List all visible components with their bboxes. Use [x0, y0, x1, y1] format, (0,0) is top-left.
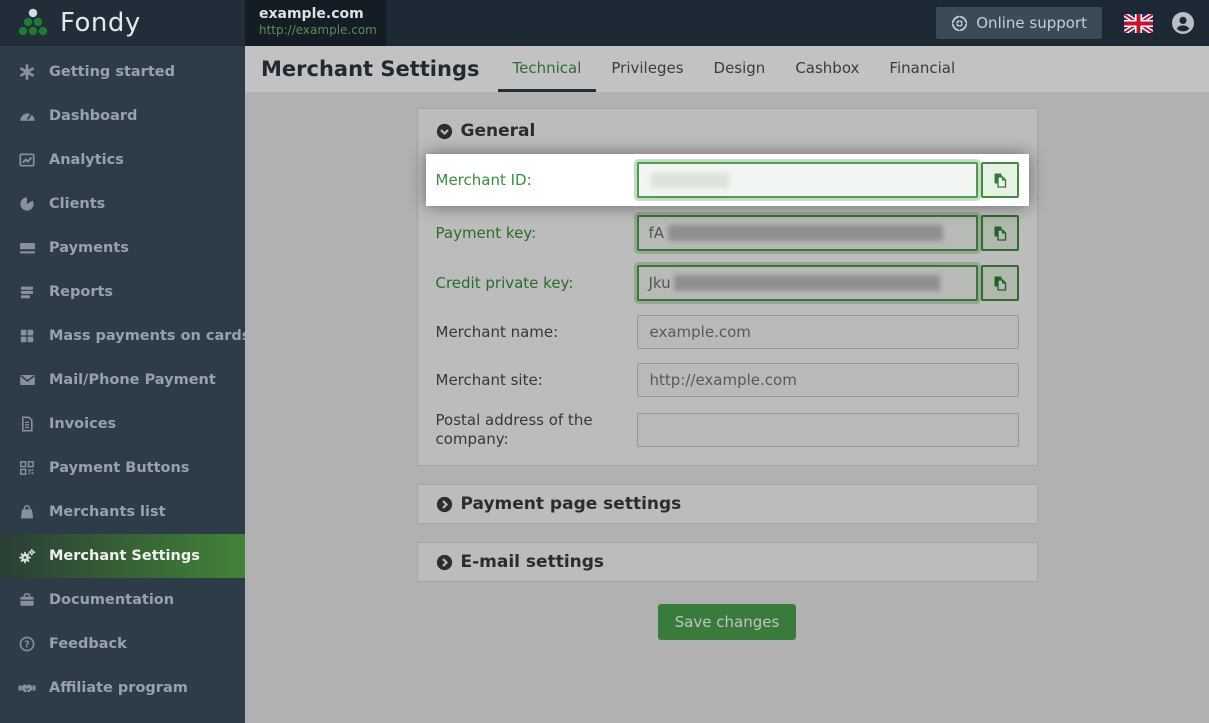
- grid-icon: [18, 328, 36, 344]
- online-support-label: Online support: [976, 14, 1087, 32]
- merchant-site-input[interactable]: [636, 363, 1019, 397]
- credit-private-key-copy-button[interactable]: [980, 265, 1019, 301]
- user-account-button[interactable]: [1170, 10, 1196, 36]
- life-ring-icon: [952, 15, 968, 31]
- copy-icon: [994, 226, 1006, 241]
- merchant-selector[interactable]: example.com http://example.com: [245, 0, 386, 46]
- list-icon: [18, 284, 36, 300]
- merchant-site-label: Merchant site:: [435, 370, 543, 389]
- online-support-button[interactable]: Online support: [936, 7, 1102, 39]
- email-settings-title: E-mail settings: [460, 552, 605, 572]
- credit-private-key-input[interactable]: Jku: [636, 265, 978, 301]
- shopping-bag-icon: [18, 504, 36, 520]
- tab-financial[interactable]: Financial: [874, 46, 970, 92]
- chevron-right-circle-icon: [436, 496, 452, 512]
- payment-key-row: Payment key: fA: [418, 208, 1037, 258]
- fondy-logo-icon: [18, 8, 48, 36]
- sidebar-item-payments[interactable]: Payments: [0, 226, 245, 270]
- chevron-right-circle-icon: [436, 554, 452, 570]
- envelope-icon: [18, 372, 36, 388]
- sidebar: Getting started Dashboard Analytics Clie…: [0, 46, 250, 723]
- qrcode-icon: [18, 460, 36, 476]
- merchant-name-label: Merchant name:: [435, 322, 559, 341]
- sidebar-item-getting-started[interactable]: Getting started: [0, 50, 245, 94]
- merchant-site-row: Merchant site:: [418, 356, 1037, 404]
- sidebar-item-merchant-settings[interactable]: Merchant Settings: [0, 534, 245, 578]
- sidebar-item-dashboard[interactable]: Dashboard: [0, 94, 245, 138]
- sidebar-item-analytics[interactable]: Analytics: [0, 138, 245, 182]
- email-settings-panel: E-mail settings: [416, 542, 1038, 582]
- sidebar-item-invoices[interactable]: Invoices: [0, 402, 245, 446]
- tab-privileges[interactable]: Privileges: [596, 46, 698, 92]
- merchant-name-row: Merchant name:: [418, 308, 1037, 356]
- credit-private-key-masked-value: [673, 275, 940, 291]
- sidebar-item-mass-payments[interactable]: Mass payments on cards: [0, 314, 250, 358]
- app-window: Fondy example.com http://example.com Onl…: [0, 0, 1209, 723]
- sidebar-item-payment-buttons[interactable]: Payment Buttons: [0, 446, 245, 490]
- uk-flag-icon[interactable]: [1124, 13, 1153, 33]
- copy-icon: [994, 173, 1006, 188]
- payment-key-input[interactable]: fA: [636, 215, 978, 251]
- postal-address-input[interactable]: [636, 413, 1019, 447]
- svg-text:?: ?: [24, 639, 30, 650]
- credit-private-key-label: Credit private key:: [435, 273, 574, 292]
- postal-address-row: Postal address of the company:: [418, 404, 1037, 465]
- settings-content: General Merchant ID: Payment key: fA Cre…: [245, 92, 1209, 680]
- sidebar-item-merchants-list[interactable]: Merchants list: [0, 490, 245, 534]
- copy-icon: [994, 276, 1006, 291]
- merchant-id-row: Merchant ID:: [425, 154, 1029, 206]
- merchant-selector-name: example.com: [259, 6, 364, 22]
- question-circle-icon: ?: [18, 636, 36, 652]
- tab-design[interactable]: Design: [699, 46, 781, 92]
- line-chart-icon: [18, 152, 36, 168]
- payment-key-visible-prefix: fA: [648, 224, 665, 242]
- sidebar-item-affiliate-program[interactable]: Affiliate program: [0, 666, 245, 710]
- sidebar-item-documentation[interactable]: Documentation: [0, 578, 245, 622]
- handshake-icon: [18, 680, 36, 696]
- brand-logo[interactable]: Fondy: [0, 0, 245, 46]
- tab-technical[interactable]: Technical: [497, 46, 597, 92]
- sidebar-item-reports[interactable]: Reports: [0, 270, 245, 314]
- email-settings-header[interactable]: E-mail settings: [418, 543, 1037, 581]
- briefcase-icon: [18, 592, 36, 608]
- merchant-name-input[interactable]: [636, 315, 1019, 349]
- payment-page-settings-title: Payment page settings: [460, 494, 682, 514]
- save-row: Save changes: [245, 600, 1209, 680]
- sidebar-item-mail-phone-payment[interactable]: Mail/Phone Payment: [0, 358, 245, 402]
- sidebar-item-clients[interactable]: Clients: [0, 182, 245, 226]
- tab-bar: Technical Privileges Design Cashbox Fina…: [497, 46, 971, 92]
- payment-page-settings-panel: Payment page settings: [416, 484, 1038, 524]
- payment-key-label: Payment key:: [435, 223, 537, 242]
- save-changes-button[interactable]: Save changes: [657, 604, 797, 640]
- credit-private-key-row: Credit private key: Jku: [418, 258, 1037, 308]
- merchant-selector-url: http://example.com: [259, 23, 377, 37]
- credit-private-key-visible-prefix: Jku: [648, 274, 671, 292]
- main-area: Merchant Settings Technical Privileges D…: [245, 46, 1209, 723]
- sidebar-item-feedback[interactable]: ? Feedback: [0, 622, 245, 666]
- chevron-down-circle-icon: [436, 123, 452, 139]
- general-panel: General Merchant ID: Payment key: fA Cre…: [416, 108, 1038, 466]
- merchant-id-input[interactable]: [636, 162, 978, 198]
- pie-chart-icon: [18, 196, 36, 212]
- payment-page-settings-header[interactable]: Payment page settings: [418, 485, 1037, 523]
- gears-icon: [18, 548, 36, 564]
- top-bar: Fondy example.com http://example.com Onl…: [0, 0, 1209, 46]
- asterisk-icon: [18, 64, 36, 80]
- postal-address-label: Postal address of the company:: [435, 411, 593, 448]
- payment-key-copy-button[interactable]: [980, 215, 1019, 251]
- page-title: Merchant Settings: [261, 57, 480, 81]
- brand-name: Fondy: [60, 8, 141, 38]
- document-icon: [18, 416, 36, 432]
- merchant-id-masked-value: [650, 172, 729, 188]
- page-header: Merchant Settings Technical Privileges D…: [245, 46, 1209, 92]
- general-panel-title: General: [460, 121, 536, 141]
- payment-key-masked-value: [668, 225, 944, 241]
- merchant-id-label: Merchant ID:: [435, 170, 532, 189]
- user-avatar-icon: [1172, 12, 1194, 34]
- tab-cashbox[interactable]: Cashbox: [780, 46, 874, 92]
- speedometer-icon: [18, 108, 36, 124]
- general-panel-header[interactable]: General: [418, 109, 1037, 152]
- merchant-id-copy-button[interactable]: [980, 162, 1019, 198]
- credit-card-icon: [18, 240, 36, 256]
